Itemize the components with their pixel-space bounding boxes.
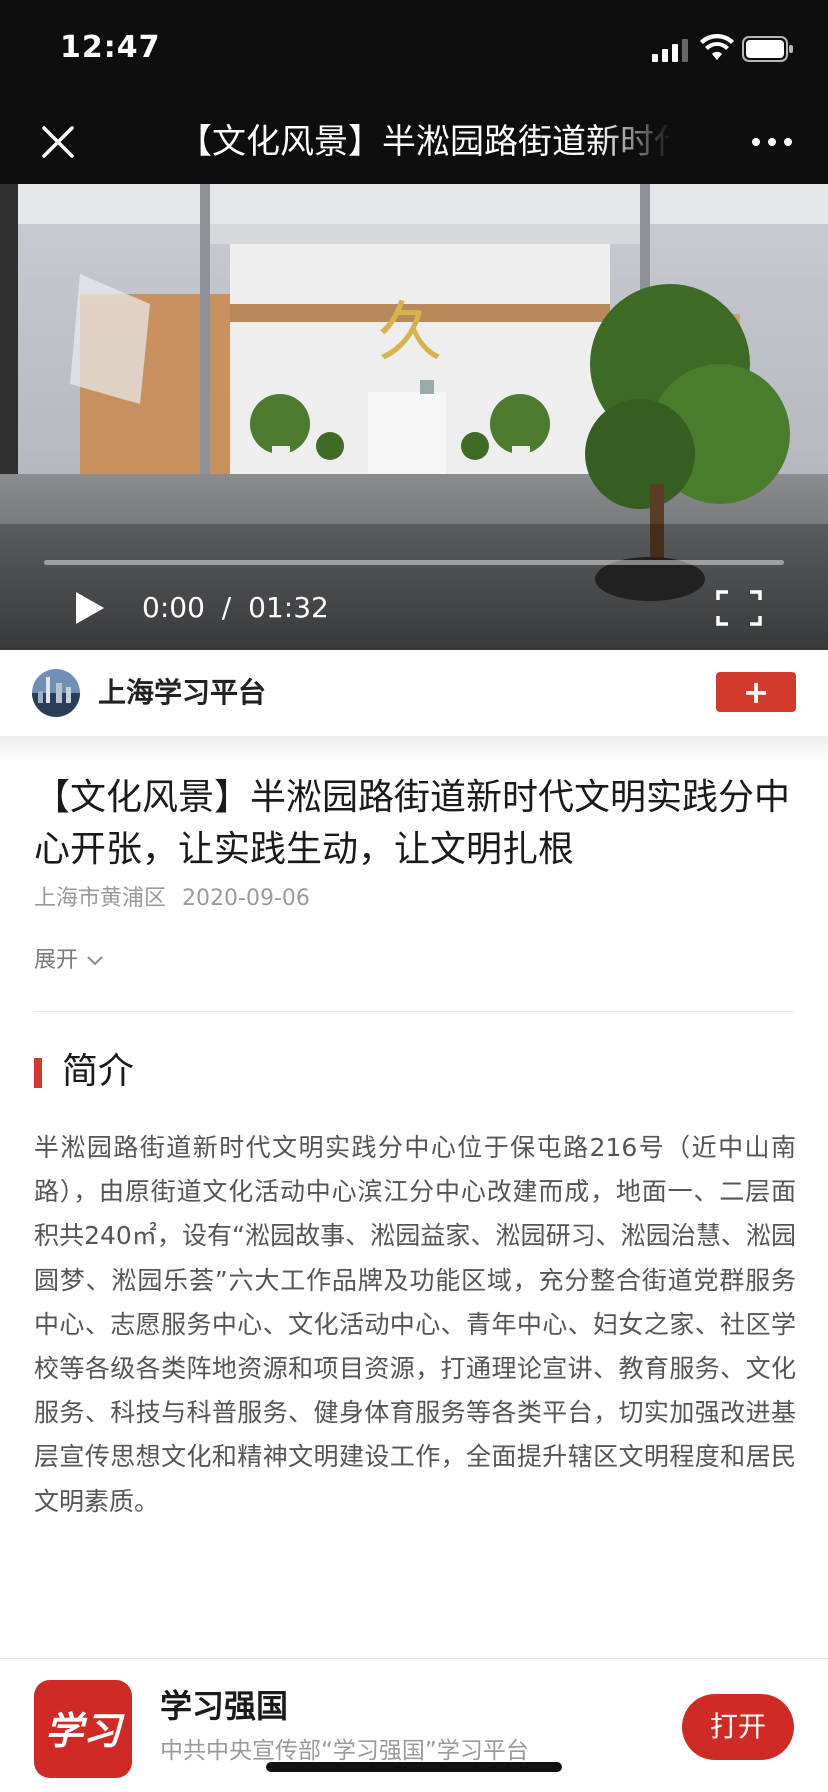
channel-name[interactable]: 上海学习平台	[98, 672, 266, 714]
video-time: 0:00 / 01:32	[142, 588, 329, 628]
status-bar: 12:47	[0, 0, 828, 100]
channel-row: 上海学习平台 +	[0, 650, 828, 736]
article-date: 2020-09-06	[182, 886, 310, 911]
video-time-separator: /	[221, 591, 232, 624]
expand-label: 展开	[34, 948, 79, 973]
section-separator	[0, 736, 828, 762]
close-icon[interactable]	[38, 122, 78, 162]
expand-toggle[interactable]: 展开	[34, 945, 104, 977]
cellular-signal-icon	[652, 39, 688, 62]
open-app-button[interactable]: 打开	[682, 1694, 794, 1760]
article-title: 【文化风景】半淞园路街道新时代文明实践分中心开张，让实践生动，让文明扎根	[34, 777, 791, 870]
app-name: 学习强国	[160, 1687, 289, 1725]
nav-bar: 【文化风景】半淞园路街道新时代文明实践分中心开张，让实践生动，让文明扎根	[0, 100, 828, 184]
video-current-time: 0:00	[142, 591, 205, 624]
wifi-icon	[700, 34, 734, 60]
intro-body: 半淞园路街道新时代文明实践分中心位于保屯路216号（近中山南路），由原街道文化活…	[34, 1133, 796, 1516]
more-options-icon[interactable]	[748, 122, 796, 162]
banner-divider	[0, 1658, 828, 1659]
divider	[34, 1011, 794, 1012]
article-meta: 上海市黄浦区 2020-09-06	[34, 882, 310, 916]
follow-button-label: +	[742, 673, 770, 711]
video-player[interactable]: 久 0:00 / 01:32	[0, 184, 828, 650]
battery-icon	[742, 36, 793, 62]
video-progress-bar[interactable]	[44, 560, 784, 565]
nav-title: 【文化风景】半淞园路街道新时代文明实践分中心开张，让实践生动，让文明扎根	[178, 122, 672, 162]
app-logo-mark: 学习	[45, 1708, 125, 1753]
app-logo: 学习	[34, 1680, 132, 1778]
chevron-down-icon	[87, 956, 103, 966]
fullscreen-icon[interactable]	[714, 588, 764, 628]
svg-text:久: 久	[378, 296, 442, 370]
follow-button[interactable]: +	[716, 672, 796, 712]
video-duration: 01:32	[248, 591, 329, 624]
play-icon[interactable]	[70, 588, 110, 628]
article-source: 上海市黄浦区	[34, 886, 167, 911]
open-app-label: 打开	[709, 1710, 766, 1743]
video-frame: 久	[0, 184, 828, 650]
channel-avatar[interactable]	[32, 669, 80, 717]
status-time: 12:47	[60, 30, 161, 65]
svg-text:学习: 学习	[45, 1708, 125, 1753]
intro-heading: 简介	[62, 1051, 135, 1092]
home-indicator[interactable]	[266, 1762, 562, 1772]
section-accent-bar	[34, 1058, 42, 1088]
